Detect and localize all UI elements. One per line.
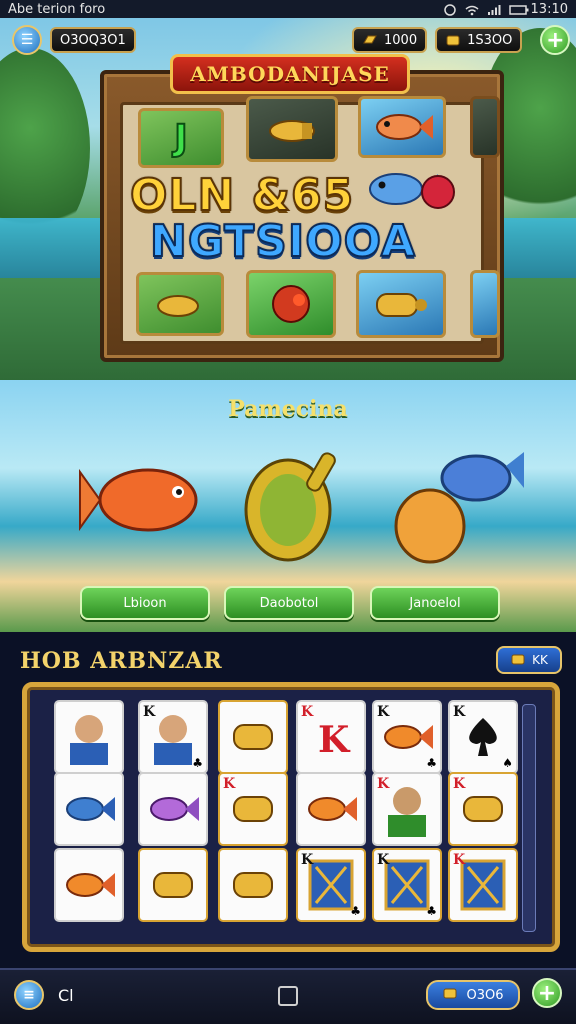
card-suit: ♣ [426, 756, 437, 770]
card-rank: K [223, 776, 236, 792]
card-gold-item[interactable] [218, 848, 288, 922]
signal-icon [487, 4, 501, 15]
plus-icon: + [537, 980, 557, 1006]
reel-tile-gold-corn[interactable] [136, 272, 224, 336]
reel-tile-red-snake[interactable] [246, 270, 336, 338]
gold-lure-icon [269, 120, 315, 142]
home-square-icon[interactable] [278, 986, 298, 1006]
card-portrait-green[interactable]: K [372, 772, 442, 846]
card-suit: ♣ [350, 904, 361, 918]
red-orb-icon [418, 172, 458, 216]
slot-title-banner: AMBODANIJASE [170, 54, 410, 94]
plus-icon: + [546, 27, 565, 53]
bottom-label: Cl [58, 986, 74, 1005]
card-portrait-man[interactable] [54, 700, 124, 774]
alarm-icon [443, 4, 457, 16]
card-suit: ♠ [502, 756, 513, 770]
status-left-text: Abe terion foro [8, 1, 106, 17]
card-fish[interactable] [54, 848, 124, 922]
card-fish[interactable]: K ♣ [372, 700, 442, 774]
player-counter: O3OQ3O1 [50, 27, 136, 53]
menu-icon: ☰ [20, 32, 34, 48]
orange-fish-icon [78, 452, 208, 552]
card-red-K[interactable]: KK [296, 700, 366, 774]
card-rank: K [377, 776, 390, 792]
reel-tile-fish[interactable] [358, 96, 446, 158]
card-rank: K [143, 704, 156, 720]
card-rank: K [453, 852, 466, 868]
card-rank: K [377, 704, 390, 720]
card-suit: ♣ [426, 904, 437, 918]
hud-right: 1000 1S3OO + [352, 25, 571, 55]
golden-fish-icon [228, 444, 348, 578]
status-bar: Abe terion foro 13:10 [0, 0, 576, 18]
game-screen: Abe terion foro 13:10 ☰ O3OQ3O1 1000 1S3… [0, 0, 576, 1024]
big-text-line-1: OLN &65 [129, 169, 355, 222]
svg-text:K: K [318, 719, 351, 761]
reel-tile-letter[interactable]: J [138, 108, 224, 168]
card-pattern[interactable]: K [448, 848, 518, 922]
battery-icon [508, 4, 529, 15]
card-grid: K ♣ K K K ♣ K ♠ K K K K ♣ K ♣ K [34, 696, 548, 932]
big-text-line-2: NGTSIOOA [149, 215, 416, 268]
card-spade[interactable]: K ♠ [448, 700, 518, 774]
gold-cannon-icon [376, 293, 427, 317]
bottom-add-button[interactable]: + [532, 978, 562, 1008]
menu-icon: ≡ [23, 987, 35, 1003]
gold-pile-icon [445, 33, 461, 47]
card-gold-item[interactable] [218, 700, 288, 774]
card-rank: K [453, 704, 466, 720]
card-rank: K [301, 852, 314, 868]
fish-icon [376, 114, 433, 140]
status-icons: 13:10 [443, 2, 568, 17]
card-rank: K [453, 776, 466, 792]
wifi-icon [465, 4, 479, 16]
card-rank: K [301, 704, 314, 720]
scene-button-1[interactable]: Lbioon [80, 586, 210, 620]
red-creature-icon [272, 285, 310, 323]
gold-pile-icon [510, 652, 526, 669]
gold-bar-icon [362, 33, 378, 47]
card-pattern[interactable]: K ♣ [372, 848, 442, 922]
card-fish[interactable] [296, 772, 366, 846]
card-purple-fish[interactable] [138, 772, 208, 846]
card-portrait-man[interactable]: K ♣ [138, 700, 208, 774]
panel-chip-button[interactable]: KK [496, 646, 562, 674]
card-gold-item[interactable]: K [448, 772, 518, 846]
bottom-currency-pill[interactable]: O3O6 [426, 980, 520, 1010]
leaping-fish-icon [376, 436, 526, 580]
card-pattern[interactable]: K ♣ [296, 848, 366, 922]
gold-lure-icon [157, 295, 199, 317]
panel-title: HOB ARBNZAR [20, 648, 223, 674]
card-suit: ♣ [192, 756, 203, 770]
reel-tile-gold-cannon[interactable] [356, 270, 446, 338]
card-gold-item[interactable]: K [218, 772, 288, 846]
hud-left: ☰ O3OQ3O1 [12, 25, 136, 55]
scene-button-2[interactable]: Daobotol [224, 586, 354, 620]
reel-tile-gold-item[interactable] [246, 96, 338, 162]
card-blue-fish[interactable] [54, 772, 124, 846]
reel-tile-edge-bottom [470, 270, 500, 338]
status-time: 13:10 [530, 1, 568, 17]
bottom-menu-button[interactable]: ≡ [14, 980, 44, 1010]
card-rank: K [377, 852, 390, 868]
reel-tile-edge [470, 96, 500, 158]
card-gold-item[interactable] [138, 848, 208, 922]
add-currency-button[interactable]: + [540, 25, 571, 55]
menu-button[interactable]: ☰ [12, 25, 42, 55]
scene-button-3[interactable]: Janoelol [370, 586, 500, 620]
currency-2-display: 1S3OO [435, 27, 523, 53]
scene-title: Pamecina [228, 396, 348, 422]
card-grid-scrollbar[interactable] [522, 704, 536, 932]
gold-pile-icon [442, 986, 458, 1004]
currency-1-display: 1000 [352, 27, 428, 53]
